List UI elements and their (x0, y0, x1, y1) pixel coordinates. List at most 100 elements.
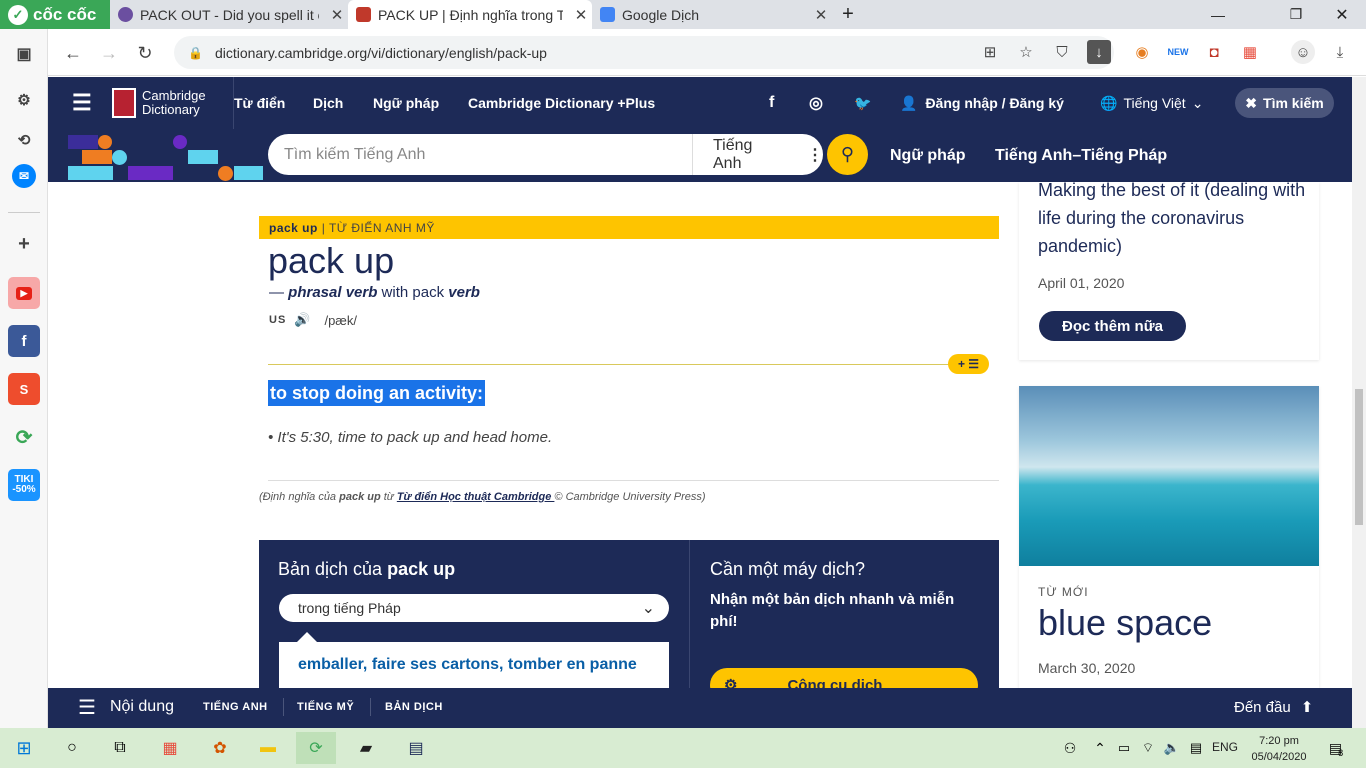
translation-language-select[interactable]: trong tiếng Pháp ⌄ (279, 594, 669, 622)
search-icon: ⚲ (840, 144, 855, 164)
youtube-icon[interactable]: ▶ (8, 277, 40, 309)
add-to-list-button[interactable]: + ☰ (948, 354, 989, 374)
input-language[interactable]: ENG (1212, 740, 1238, 754)
task-view-icon[interactable]: ⧉ (100, 732, 140, 764)
facebook-icon[interactable]: f (769, 77, 774, 129)
translator-button[interactable]: ⚙ Công cụ dịch (710, 668, 978, 688)
search-button[interactable]: ⚲ (827, 134, 868, 175)
nav-tu-dien[interactable]: Từ điển (234, 77, 285, 129)
chevron-down-icon: ⌄ (641, 600, 655, 617)
example-sentence: • It's 5:30, time to pack up and head ho… (268, 429, 553, 446)
instagram-icon[interactable]: ◎ (809, 77, 823, 129)
translator-icon: ⚙ (724, 677, 738, 688)
pattern-block (218, 166, 233, 181)
shield-icon[interactable]: ⛉ (1050, 40, 1074, 64)
taskbar-app-3-icon[interactable]: ▰ (346, 732, 386, 764)
jump-tieng-my[interactable]: TIẾNG MỸ (297, 688, 354, 726)
translate-page-icon[interactable]: ⊞ (978, 40, 1002, 64)
close-tab-icon[interactable]: ✕ (326, 6, 348, 24)
cortana-icon[interactable]: ○ (52, 732, 92, 764)
contents-menu[interactable]: ☰ Nội dung (78, 688, 174, 726)
minimize-button[interactable]: ― (1198, 0, 1238, 29)
translation-title-pre: Bản dịch của (278, 559, 388, 579)
input-icon[interactable]: ▤ (1176, 732, 1216, 764)
jump-ban-dich[interactable]: BẢN DỊCH (385, 688, 443, 726)
language-selector[interactable]: 🌐 Tiếng Việt ⌄ (1100, 77, 1203, 129)
settings-icon[interactable]: ⚙ (8, 84, 40, 116)
google-translate-favicon-icon (600, 7, 615, 22)
pronunciation: US 🔊 /pæk/ (269, 312, 357, 328)
jump-tieng-anh[interactable]: TIẾNG ANH (203, 688, 268, 726)
dictionary-select[interactable]: Tiếng Anh ⋮ (693, 137, 823, 173)
link-anh-phap[interactable]: Tiếng Anh–Tiếng Pháp (995, 129, 1167, 182)
blog-card: Making the best of it (dealing with life… (1019, 180, 1319, 360)
nav-ngu-phap[interactable]: Ngữ pháp (373, 77, 439, 129)
tab-pack-out[interactable]: PACK OUT - Did you spell it c ✕ (110, 0, 348, 29)
extension-3-icon[interactable]: ▦ (1238, 40, 1262, 64)
translation-language-label: trong tiếng Pháp (298, 600, 401, 616)
browser-brand[interactable]: ✓ cốc cốc (0, 0, 110, 29)
close-tab-icon[interactable]: ✕ (570, 6, 592, 24)
pattern-block (112, 150, 127, 165)
new-word[interactable]: blue space (1038, 602, 1212, 644)
twitter-icon[interactable]: 🐦 (854, 77, 871, 129)
coccoc-taskbar-icon[interactable]: ⟳ (296, 732, 336, 764)
tiki-icon[interactable]: TIKI -50% (8, 469, 40, 501)
add-app-icon[interactable]: + (8, 228, 40, 260)
login-link[interactable]: 👤 Đăng nhập / Đăng ký (900, 77, 1064, 129)
promo-title: Cần một máy dịch? (710, 559, 866, 579)
speaker-icon[interactable]: 🔊 (294, 312, 310, 328)
extension-2-icon[interactable]: ◘ (1202, 40, 1226, 64)
page-scrollbar[interactable] (1352, 77, 1366, 728)
history-icon[interactable]: ⟲ (8, 124, 40, 156)
address-bar[interactable]: 🔒 dictionary.cambridge.org/vi/dictionary… (174, 36, 1114, 69)
read-more-button[interactable]: Đọc thêm nữa (1039, 311, 1186, 341)
new-word-date: March 30, 2020 (1038, 660, 1136, 676)
translation-title: Bản dịch của pack up (278, 559, 455, 580)
profile-avatar[interactable]: ☺ (1291, 40, 1315, 64)
forward-arrow-icon[interactable]: → (96, 40, 122, 66)
close-window-button[interactable]: ✕ (1322, 0, 1362, 29)
restore-button[interactable]: ❐ (1276, 0, 1316, 29)
entry-divider (268, 480, 999, 481)
taskbar-app-1-icon[interactable]: ▦ (150, 732, 190, 764)
facebook-icon[interactable]: f (8, 325, 40, 357)
search-toggle-button[interactable]: ✖ Tìm kiếm (1235, 88, 1334, 118)
definition-text: to stop doing an activity: (268, 380, 486, 406)
scrollbar-thumb[interactable] (1355, 389, 1363, 525)
search-box: Tìm kiếm Tiếng Anh Tiếng Anh ⋮ (268, 134, 823, 175)
clock[interactable]: 7:20 pm 05/04/2020 (1248, 733, 1310, 765)
extension-1-icon[interactable]: ◉ (1130, 40, 1154, 64)
pattern-block (68, 135, 98, 149)
blog-title[interactable]: Making the best of it (dealing with life… (1038, 176, 1306, 260)
search-input[interactable]: Tìm kiếm Tiếng Anh (268, 134, 692, 175)
hamburger-menu-icon[interactable]: ☰ (72, 77, 92, 129)
file-explorer-icon[interactable]: ▬ (248, 732, 288, 764)
windows-start-icon[interactable]: ⊞ (4, 732, 44, 764)
dictionary-select-label: Tiếng Anh (713, 136, 753, 172)
back-arrow-icon[interactable]: ← (60, 40, 86, 66)
sidebar-panel-icon[interactable]: ▣ (8, 38, 40, 70)
taskbar-app-4-icon[interactable]: ▤ (396, 732, 436, 764)
reload-icon[interactable]: ↻ (132, 40, 158, 66)
tab-google-translate[interactable]: Google Dịch ✕ (592, 0, 832, 29)
shopee-icon[interactable]: S (8, 373, 40, 405)
bookmark-star-icon[interactable]: ☆ (1014, 40, 1038, 64)
download-video-icon[interactable]: ↓ (1087, 40, 1111, 64)
back-to-top[interactable]: Đến đầu ⬆ (1234, 688, 1313, 726)
downloads-icon[interactable]: ⤓ (1328, 40, 1352, 64)
taskbar-app-2-icon[interactable]: ✿ (200, 732, 240, 764)
cambridge-shield-icon (112, 88, 136, 118)
coccoc-app-icon[interactable]: ⟳ (8, 421, 40, 453)
new-tab-button[interactable]: + (828, 0, 868, 29)
cambridge-logo[interactable]: Cambridge Dictionary (112, 77, 206, 129)
tab-pack-up[interactable]: PACK UP | Định nghĩa trong T ✕ (348, 0, 592, 29)
entry-header-dict: | TỪ ĐIỂN ANH MỸ (321, 220, 435, 235)
notifications-icon[interactable]: ▤ 8 (1316, 732, 1356, 764)
cite-link[interactable]: Từ điển Học thuật Cambridge (397, 491, 555, 503)
messenger-icon[interactable]: ✉ (12, 164, 36, 188)
nav-plus[interactable]: Cambridge Dictionary +Plus (468, 77, 655, 129)
link-ngu-phap[interactable]: Ngữ pháp (890, 129, 966, 182)
extension-new-icon[interactable]: NEW (1166, 40, 1190, 64)
nav-dich[interactable]: Dịch (313, 77, 343, 129)
